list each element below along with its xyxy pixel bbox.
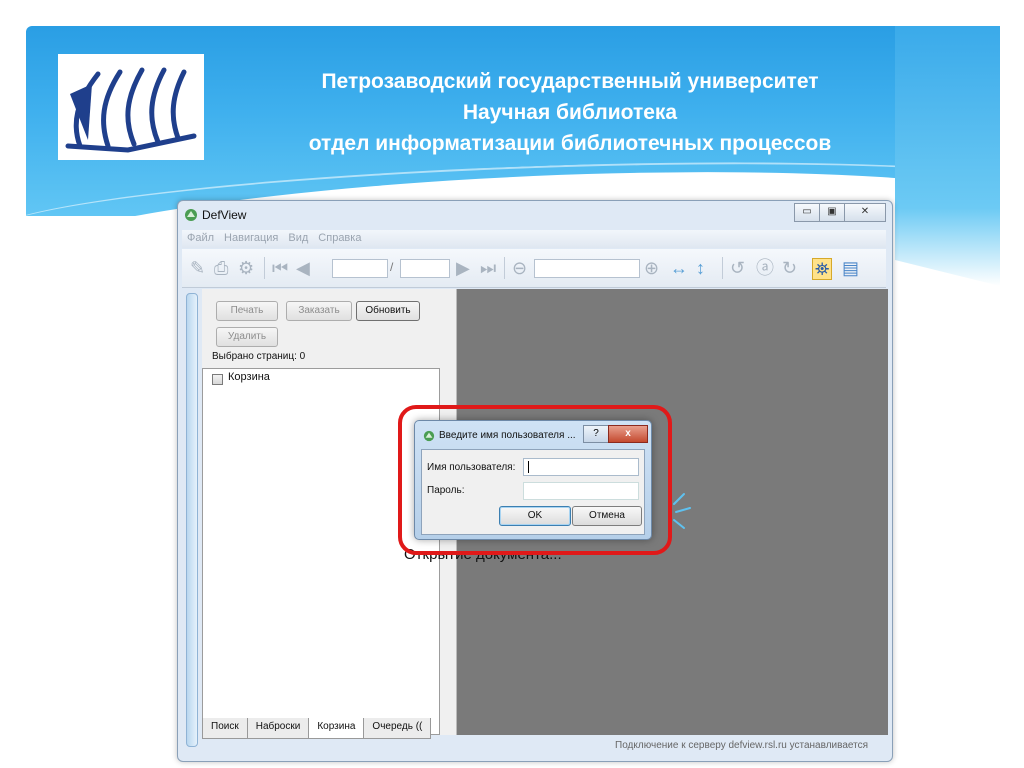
loading-spinner-icon bbox=[673, 493, 691, 529]
login-dialog: Введите имя пользователя ... ? x Имя пол… bbox=[414, 420, 652, 540]
title-department: отдел информатизации библиотечных процес… bbox=[308, 132, 832, 155]
dialog-close-button[interactable]: x bbox=[608, 425, 648, 443]
cancel-button[interactable]: Отмена bbox=[572, 506, 642, 526]
fit-width-icon[interactable]: ↔ bbox=[670, 258, 688, 278]
dialog-body: Имя пользователя: Пароль: OK Отмена bbox=[421, 449, 645, 535]
order-button[interactable]: Заказать bbox=[286, 301, 352, 321]
print-icon[interactable]: ⎙ bbox=[214, 258, 228, 278]
tab-sketches[interactable]: Наброски bbox=[246, 718, 310, 739]
zoom-in-icon[interactable]: ⊕ bbox=[644, 258, 659, 278]
username-input[interactable] bbox=[523, 458, 639, 476]
tab-search[interactable]: Поиск bbox=[202, 718, 248, 739]
page-count-field bbox=[400, 259, 450, 278]
header-side-strip bbox=[895, 26, 1000, 286]
first-page-icon[interactable]: ⏮ bbox=[272, 258, 288, 278]
window-title: DefView bbox=[202, 208, 247, 222]
menu-navigation[interactable]: Навигация bbox=[219, 230, 283, 248]
app-icon bbox=[185, 209, 197, 221]
password-label: Пароль: bbox=[427, 485, 465, 496]
reader-mode-icon[interactable]: ▤ bbox=[842, 258, 859, 278]
delete-button[interactable]: Удалить bbox=[216, 327, 278, 347]
rotate-left-icon[interactable]: ↺ bbox=[730, 258, 745, 278]
prev-page-icon[interactable]: ◀ bbox=[296, 258, 310, 278]
toolbar-separator bbox=[504, 257, 505, 279]
menu-file[interactable]: Файл bbox=[182, 230, 219, 248]
left-scroll-rail[interactable] bbox=[186, 293, 198, 747]
print-button[interactable]: Печать bbox=[216, 301, 278, 321]
text-mode-icon[interactable]: ⓐ bbox=[756, 258, 774, 278]
university-logo bbox=[58, 54, 204, 160]
status-bar: Подключение к серверу defview.rsl.ru уст… bbox=[182, 737, 886, 755]
selected-pages-label: Выбрано страниц: 0 bbox=[212, 351, 306, 362]
book-logo-icon bbox=[65, 67, 197, 153]
dialog-title: Введите имя пользователя ... bbox=[439, 430, 576, 441]
zoom-out-icon[interactable]: ⊖ bbox=[512, 258, 527, 278]
close-button[interactable]: ✕ bbox=[844, 203, 886, 222]
dialog-app-icon bbox=[423, 430, 435, 442]
last-page-icon[interactable]: ⏭ bbox=[480, 258, 496, 278]
zoom-select[interactable] bbox=[534, 259, 640, 278]
page-number-input[interactable] bbox=[332, 259, 388, 278]
text-caret bbox=[528, 461, 529, 473]
slide-titles: Петрозаводский государственный университ… bbox=[240, 66, 900, 159]
page-separator: / bbox=[390, 260, 394, 274]
status-text: Подключение к серверу defview.rsl.ru уст… bbox=[615, 740, 868, 751]
next-page-icon[interactable]: ▶ bbox=[456, 258, 470, 278]
window-controls: ▭ ▣ ✕ bbox=[794, 203, 886, 222]
settings-icon[interactable]: ⚙ bbox=[238, 258, 254, 278]
tab-queue[interactable]: Очередь (( bbox=[363, 718, 432, 739]
refresh-button[interactable]: Обновить bbox=[356, 301, 420, 321]
rotate-right-icon[interactable]: ↻ bbox=[782, 258, 797, 278]
open-icon[interactable]: ✎ bbox=[190, 258, 205, 278]
fit-height-icon[interactable]: ↕ bbox=[696, 258, 705, 278]
ok-button[interactable]: OK bbox=[499, 506, 571, 526]
password-input[interactable] bbox=[523, 482, 639, 500]
window-titlebar[interactable]: DefView ▭ ▣ ✕ bbox=[178, 201, 892, 229]
menu-help[interactable]: Справка bbox=[313, 230, 366, 248]
username-label: Имя пользователя: bbox=[427, 462, 516, 473]
maximize-button[interactable]: ▣ bbox=[819, 203, 845, 222]
binoculars-icon[interactable]: ⛯ bbox=[812, 258, 833, 280]
basket-tree-item[interactable]: Корзина bbox=[228, 371, 270, 383]
menu-bar: Файл Навигация Вид Справка bbox=[182, 230, 886, 248]
minimize-button[interactable]: ▭ bbox=[794, 203, 820, 222]
menu-view[interactable]: Вид bbox=[283, 230, 313, 248]
basket-checkbox[interactable] bbox=[212, 374, 223, 385]
toolbar-separator bbox=[264, 257, 265, 279]
toolbar-separator bbox=[722, 257, 723, 279]
dialog-help-button[interactable]: ? bbox=[583, 425, 609, 443]
tab-basket[interactable]: Корзина bbox=[308, 718, 365, 739]
title-library: Научная библиотека bbox=[462, 101, 678, 124]
toolbar: ✎ ⎙ ⚙ ⏮ ◀ / ▶ ⏭ ⊖ ⊕ ↔ ↕ ↺ ⓐ ↻ ⛯ ▤ bbox=[182, 249, 886, 288]
title-university: Петрозаводский государственный университ… bbox=[321, 70, 819, 93]
